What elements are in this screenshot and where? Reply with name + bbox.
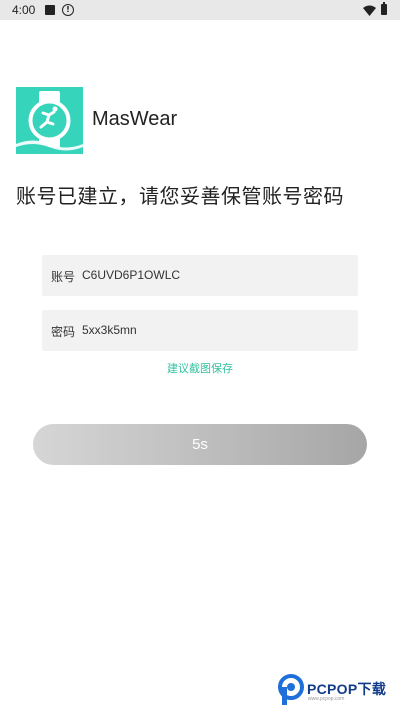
status-bar: 4:00 ! <box>0 0 400 20</box>
watermark-subtext: www.pcpop.com <box>308 696 345 702</box>
watch-runner-logo-icon <box>16 91 83 154</box>
watermark: PCPOP下载 www.pcpop.com <box>277 674 395 708</box>
app-name: MasWear <box>92 108 178 130</box>
account-label: 账号 <box>51 270 76 284</box>
countdown-button[interactable]: 5s <box>33 424 367 465</box>
wifi-icon <box>363 5 376 16</box>
password-field[interactable]: 密码 5xx3k5mn <box>42 310 358 351</box>
account-value[interactable]: C6UVD6P1OWLC <box>82 268 180 282</box>
status-time: 4:00 <box>12 3 36 17</box>
password-value[interactable]: 5xx3k5mn <box>82 323 137 337</box>
pcpop-logo-icon <box>278 674 304 705</box>
alert-circle-icon: ! <box>62 4 74 16</box>
square-notification-icon <box>45 5 55 15</box>
password-label: 密码 <box>51 325 76 339</box>
app-logo <box>16 87 83 154</box>
battery-icon <box>381 2 387 15</box>
page-title: 账号已建立，请您妥善保管账号密码 <box>16 184 344 208</box>
account-field[interactable]: 账号 C6UVD6P1OWLC <box>42 255 358 296</box>
screenshot-hint: 建议截图保存 <box>167 362 233 375</box>
